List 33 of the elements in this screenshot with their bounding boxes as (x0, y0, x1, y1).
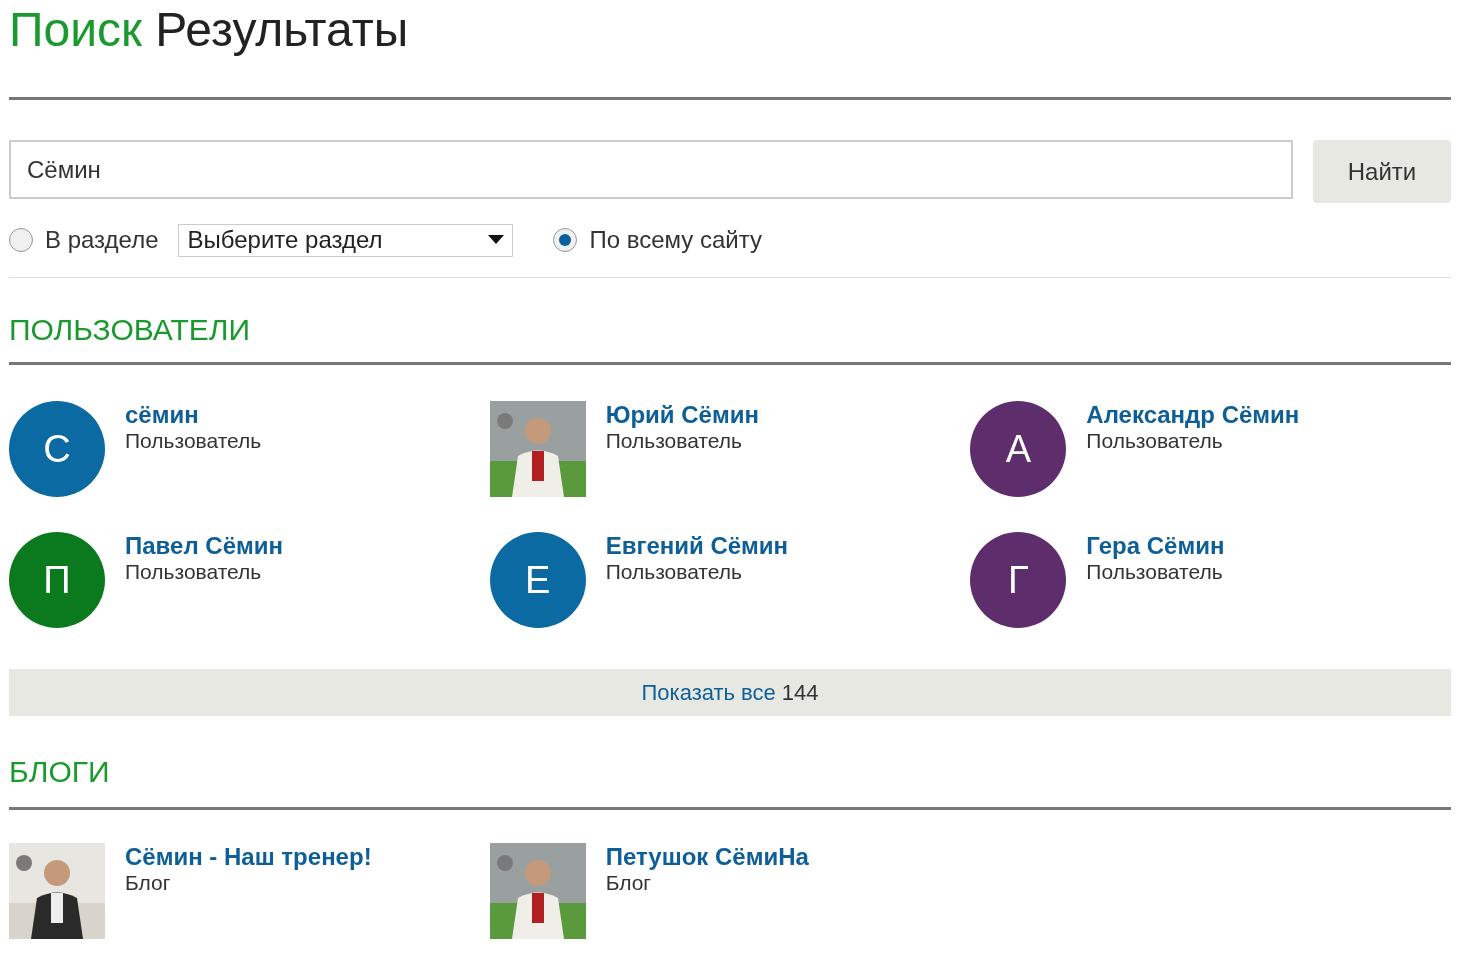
avatar: Е (489, 532, 586, 628)
result-link[interactable]: Павел Сёмин (125, 532, 283, 560)
result-type: Пользователь (1086, 429, 1224, 453)
result-type: Пользователь (605, 560, 743, 584)
result-type: Пользователь (125, 560, 263, 584)
radio-label: По всему сайту (589, 225, 763, 255)
search-button[interactable]: Найти (1313, 140, 1451, 203)
radio-button[interactable] (553, 228, 578, 252)
search-field[interactable]: Сёмин (9, 140, 1293, 199)
section-dropdown[interactable]: Выберите раздел (178, 223, 514, 257)
result-link[interactable]: Юрий Сёмин (605, 401, 759, 429)
result-link[interactable]: Александр Сёмин (1086, 401, 1300, 429)
avatar: С (9, 401, 105, 497)
result-type: Блог (125, 871, 172, 895)
avatar: Г (970, 532, 1067, 628)
result-link[interactable]: Евгений Сёмин (605, 532, 789, 560)
avatar: А (970, 401, 1067, 497)
avatar: П (9, 532, 105, 628)
result-link[interactable]: сёмин (125, 401, 262, 429)
section-heading: ПОЛЬЗОВАТЕЛИ (9, 312, 251, 348)
result-link[interactable]: Петушок СёмиНа (605, 843, 809, 871)
radio-button[interactable] (9, 228, 33, 252)
result-type: Пользователь (605, 429, 743, 453)
show-all-bar[interactable]: Показать все 144 (9, 669, 1451, 716)
result-type: Пользователь (125, 429, 262, 453)
result-link[interactable]: Гера Сёмин (1086, 532, 1225, 560)
result-link[interactable]: Сёмин - Наш тренер! (125, 843, 372, 871)
result-type: Блог (605, 871, 653, 895)
section-heading: БЛОГИ (9, 754, 111, 790)
caret-icon (488, 235, 505, 245)
result-type: Пользователь (1086, 560, 1224, 584)
radio-label: В разделе (45, 225, 159, 255)
page-title: Поиск Результаты (9, 2, 409, 58)
